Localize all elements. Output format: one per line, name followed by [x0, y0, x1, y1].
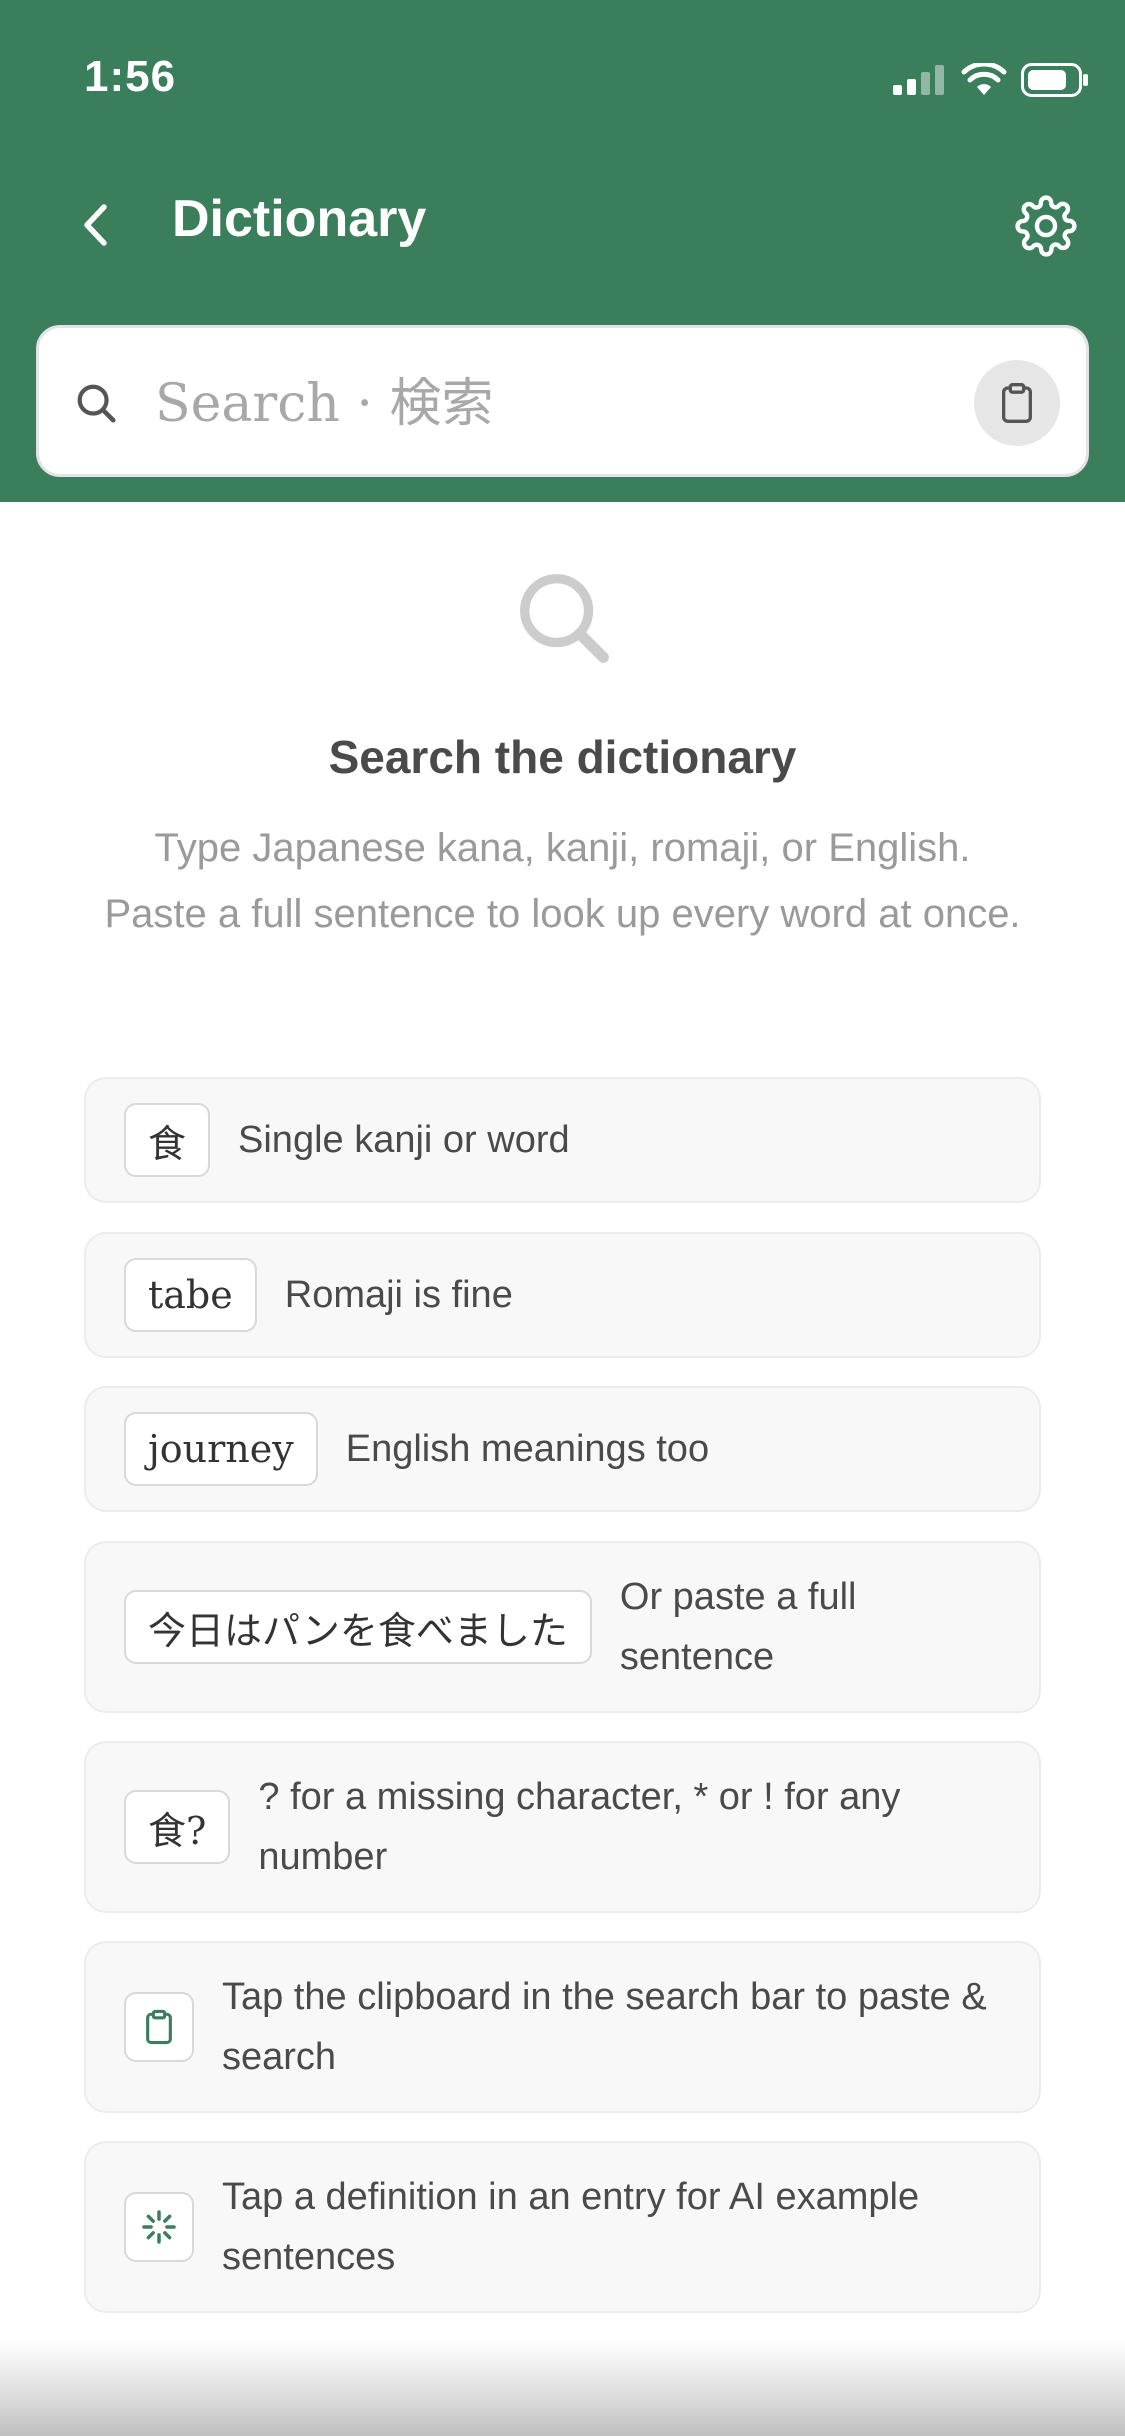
settings-button[interactable]: [1007, 187, 1085, 265]
tip-icon-box: [124, 2192, 194, 2262]
tip-card: Tap a definition in an entry for AI exam…: [84, 2141, 1041, 2313]
tip-text: Single kanji or word: [238, 1119, 570, 1161]
tip-text: ? for a missing character, * or ! for an…: [258, 1776, 901, 1878]
signal-icon: [893, 65, 944, 95]
tip-card: tabe Romaji is fine: [84, 1232, 1041, 1358]
search-bar: [36, 325, 1089, 477]
sparkle-icon: [142, 2210, 176, 2244]
tip-text: English meanings too: [345, 1428, 710, 1470]
header: 1:56 Dictionary Search · 検索: [0, 0, 1125, 502]
search-icon: [520, 574, 609, 663]
chevron-left-icon: [84, 204, 107, 246]
empty-state-subtitle: Type Japanese kana, kanji, romaji, or En…: [104, 826, 1021, 936]
tip-card: 食? ? for a missing character, * or ! for…: [84, 1741, 1041, 1913]
tip-example-chip: 食: [124, 1103, 211, 1177]
tip-example-chip: tabe: [124, 1258, 257, 1332]
gear-icon: [1015, 195, 1077, 257]
tip-example-chip: 食?: [124, 1790, 231, 1864]
status-icons: [893, 60, 1089, 100]
search-input[interactable]: [155, 356, 985, 452]
tip-card: journey English meanings too: [84, 1386, 1041, 1512]
tip-card: 食 Single kanji or word: [84, 1077, 1041, 1203]
tip-text: Tap a definition in an entry for AI exam…: [222, 2176, 920, 2278]
search-icon: [77, 384, 116, 423]
status-time: 1:56: [84, 52, 177, 101]
wifi-icon: [961, 63, 1007, 95]
clipboard-icon: [146, 2009, 172, 2045]
nav-bar: Dictionary: [0, 175, 1125, 275]
dictionary-screen: 1:56 Dictionary Search · 検索 Search the d…: [0, 0, 1125, 2436]
tip-text: Or paste a full sentence: [619, 1576, 857, 1678]
status-bar: 1:56: [0, 0, 1125, 150]
tip-card: Tap the clipboard in the search bar to p…: [84, 1941, 1041, 2113]
empty-state-title: Search the dictionary: [328, 731, 797, 783]
tip-icon-box: [124, 1992, 194, 2062]
tip-example-chip: journey: [124, 1412, 318, 1486]
back-button[interactable]: [60, 185, 130, 265]
paste-button[interactable]: [974, 360, 1060, 446]
tip-example-chip: 今日はパンを食べました: [124, 1590, 592, 1664]
battery-icon: [1021, 63, 1088, 97]
page-title: Dictionary: [172, 190, 427, 248]
tip-text: Romaji is fine: [284, 1274, 513, 1316]
tip-card: 今日はパンを食べました Or paste a full sentence: [84, 1541, 1041, 1713]
bottom-fade: [0, 2340, 1125, 2436]
clipboard-icon: [1002, 382, 1032, 423]
tip-text: Tap the clipboard in the search bar to p…: [222, 1976, 987, 2078]
